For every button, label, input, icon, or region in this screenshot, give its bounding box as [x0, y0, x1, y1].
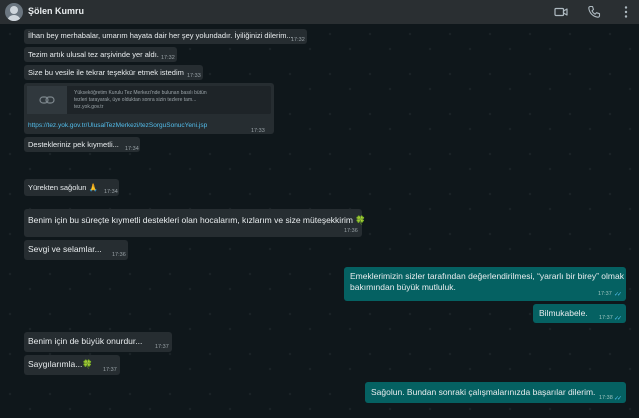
message-text: İlhan bey merhabalar, umarım hayata dair…: [28, 31, 293, 40]
message-time: 17:36: [344, 228, 358, 234]
message-incoming[interactable]: Size bu vesile ile tekrar teşekkür etmek…: [24, 65, 203, 80]
message-incoming[interactable]: Saygılarımla...🍀 17:37: [24, 355, 120, 375]
message-time: 17:32: [291, 37, 305, 43]
message-time: 17:34: [104, 189, 118, 195]
message-outgoing[interactable]: Sağolun. Bundan sonraki çalışmalarınızda…: [365, 382, 626, 403]
video-call-icon[interactable]: [553, 4, 569, 20]
chat-header: Şölen Kumru: [0, 0, 639, 24]
message-text: Benim için bu süreçte kıymetli destekler…: [28, 215, 366, 225]
message-text: Sağolun. Bundan sonraki çalışmalarınızda…: [371, 387, 596, 397]
message-text: Yürekten sağolun 🙏: [28, 183, 98, 192]
link-preview-domain: tez.yok.gov.tr: [74, 104, 104, 110]
message-outgoing[interactable]: Emeklerimizin sizler tarafından değerlen…: [344, 267, 626, 301]
message-text: Benim için de büyük onurdur...: [28, 336, 143, 346]
read-receipt-icon: ✓✓: [614, 316, 622, 322]
message-incoming[interactable]: Destekleriniz pek kıymetli... 17:34: [24, 137, 140, 152]
message-time: 17:32: [161, 55, 175, 61]
message-text: Destekleriniz pek kıymetli...: [28, 140, 119, 149]
read-receipt-icon: ✓✓: [614, 292, 622, 298]
message-text: bakımından büyük mutluluk.: [350, 282, 456, 292]
link-preview-description: tezleri tarayarak, üye olduktan sonra si…: [74, 97, 197, 103]
message-time: 17:37: [155, 344, 169, 350]
message-time: 17:34: [125, 146, 139, 152]
message-time: 17:33: [187, 73, 201, 79]
message-text: Tezim artık ulusal tez arşivinde yer ald…: [28, 50, 159, 59]
message-time: 17:36: [112, 252, 126, 258]
message-text: Sevgi ve selamlar...: [28, 244, 102, 254]
message-incoming[interactable]: İlhan bey merhabalar, umarım hayata dair…: [24, 29, 307, 44]
contact-name[interactable]: Şölen Kumru: [28, 6, 84, 16]
message-time: 17:37: [599, 315, 613, 321]
avatar[interactable]: [5, 3, 23, 21]
message-outgoing[interactable]: Bilmukabele. 17:37 ✓✓: [533, 304, 626, 323]
message-time: 17:38: [599, 395, 613, 401]
message-incoming-link[interactable]: Yükseköğretim Kurulu Tez Merkezi'nde bul…: [24, 83, 274, 134]
message-time: 17:37: [598, 291, 612, 297]
message-time: 17:33: [251, 128, 265, 134]
message-incoming[interactable]: Yürekten sağolun 🙏 17:34: [24, 179, 119, 196]
message-text: Saygılarımla...🍀: [28, 359, 93, 369]
more-options-icon[interactable]: [618, 4, 634, 20]
message-time: 17:37: [103, 367, 117, 373]
message-incoming[interactable]: Sevgi ve selamlar... 17:36: [24, 240, 128, 260]
link-icon: [39, 96, 55, 104]
message-text: Emeklerimizin sizler tarafından değerlen…: [350, 271, 624, 281]
message-incoming[interactable]: Tezim artık ulusal tez arşivinde yer ald…: [24, 47, 177, 62]
read-receipt-icon: ✓✓: [614, 396, 622, 402]
message-incoming[interactable]: Benim için de büyük onurdur... 17:37: [24, 332, 172, 352]
message-incoming[interactable]: Benim için bu süreçte kıymetli destekler…: [24, 209, 366, 237]
link-preview-card[interactable]: Yükseköğretim Kurulu Tez Merkezi'nde bul…: [27, 86, 271, 114]
link-url[interactable]: https://tez.yok.gov.tr/UlusalTezMerkezi/…: [28, 122, 207, 129]
link-thumbnail: [27, 86, 67, 114]
message-text: Size bu vesile ile tekrar teşekkür etmek…: [28, 68, 184, 77]
voice-call-icon[interactable]: [586, 4, 602, 20]
message-text: Bilmukabele.: [539, 308, 588, 318]
link-preview-description: Yükseköğretim Kurulu Tez Merkezi'nde bul…: [74, 90, 207, 96]
